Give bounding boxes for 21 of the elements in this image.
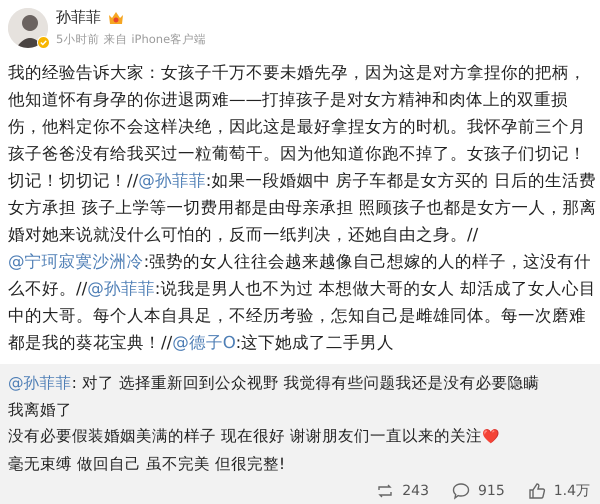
original-text-line: 我离婚了 (8, 400, 73, 420)
source-label: 来自 (103, 32, 128, 47)
mention-link[interactable]: @孙菲菲 (138, 171, 206, 190)
mention-link[interactable]: @孙菲菲 (8, 374, 72, 392)
original-text-line: @孙菲菲: 对了 选择重新回到公众视野 我觉得有些问题我还是没有必要隐瞒 (8, 373, 541, 394)
original-text-line: 毫无束缚 做回自己 虽不完美 但很完整! (8, 454, 286, 474)
comment-button[interactable]: 915 (451, 481, 505, 501)
avatar[interactable] (8, 8, 48, 48)
source-link[interactable]: iPhone客户端 (131, 32, 206, 47)
like-icon (526, 481, 547, 501)
heart-emoji: ❤ (482, 429, 499, 445)
repost-button[interactable]: 243 (375, 481, 429, 501)
mention-link[interactable]: @宁珂寂寞沙洲冷 (8, 252, 144, 271)
like-button[interactable]: 1.4万 (526, 481, 590, 501)
author-name[interactable]: 孙菲菲 (56, 8, 101, 27)
post-time: 5小时前 (56, 32, 100, 47)
post-text: 我的经验告诉大家：女孩子千万不要未婚先孕，因为这是对方拿捏你的把柄，他知道怀有身孕的你进退两难——打掉孩子是对女方精神和肉体上的双重损伤，他料定你不会这样决绝，因此这是最好拿捏女方的时机。我怀孕前三个月孩子爸爸没有给我买过一粒葡萄干。因为他知道你跑不掉了。女孩子们切记！切记！切切记！//@孙菲菲:如果一段婚姻中 房子车都是女方买的 日后的生活费女方承担 孩子上学等一切费用都是由母亲承担 照顾孩子也都是女方一人，那离婚对她来说就没什么可怕的，反而一纸判决，还她自由之身。// @宁珂寂寞沙洲冷:强势的女人往往会越来越像自己想嫁的人的样子，这没有什么不好。//@孙菲菲:说我是男人也不为过 本想做大哥的女人 却活成了女人心目中的大哥。每个人本自具足，不经历考验，怎知自己是雌雄同体。每一次磨难都是我的葵花宝典！//@德子O:这下她成了二手男人 (8, 62, 598, 354)
original-text-line: 没有必要假装婚姻美满的样子 现在很好 谢谢朋友们一直以来的关注❤ (8, 426, 500, 447)
mention-link[interactable]: @德子O (172, 333, 236, 352)
mention-link[interactable]: @孙菲菲 (87, 279, 155, 298)
comment-icon (451, 481, 471, 501)
